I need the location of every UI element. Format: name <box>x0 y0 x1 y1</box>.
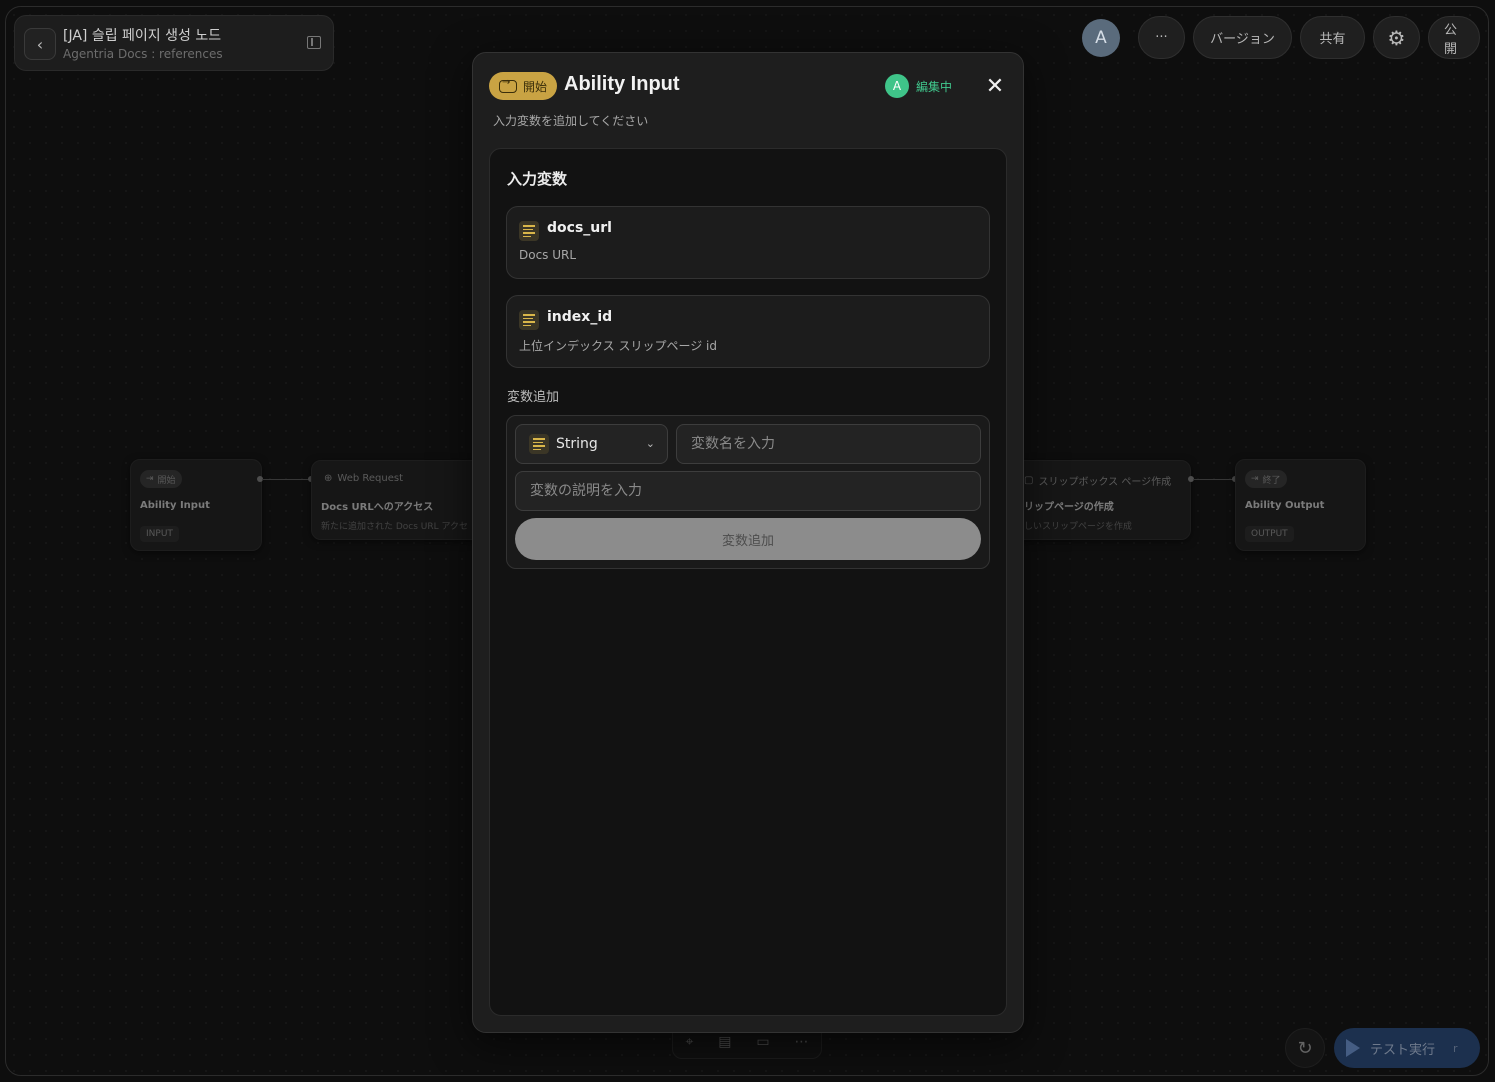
close-icon[interactable]: ✕ <box>983 75 1007 99</box>
version-button[interactable]: バージョン <box>1193 16 1292 59</box>
project-subtitle: Agentria Docs : references <box>63 47 223 61</box>
add-variable-button[interactable]: 変数追加 <box>515 518 981 560</box>
ability-input-modal: 開始 Ability Input A 編集中 ✕ 入力変数を追加してください 入… <box>472 52 1024 1033</box>
top-toolbar: A ··· バージョン 共有 ⚙ 公開 <box>1082 16 1480 59</box>
more-button[interactable]: ··· <box>1138 16 1185 59</box>
start-badge-label: 開始 <box>523 79 548 94</box>
string-type-icon <box>519 310 539 330</box>
type-select-value: String <box>556 436 598 452</box>
settings-button[interactable]: ⚙ <box>1373 16 1420 59</box>
variable-card[interactable]: docs_url Docs URL <box>506 206 990 279</box>
modal-title: Ability Input <box>564 73 680 95</box>
type-select[interactable]: String ⌄ <box>515 424 668 464</box>
modal-subtitle: 入力変数を追加してください <box>493 114 649 128</box>
editing-indicator: A 編集中 <box>885 74 952 98</box>
publish-button[interactable]: 公開 <box>1428 16 1480 59</box>
user-avatar[interactable]: A <box>1082 18 1120 57</box>
variable-name: index_id <box>547 309 613 325</box>
editing-label: 編集中 <box>916 79 953 94</box>
gear-icon: ⚙ <box>1387 25 1406 50</box>
back-button[interactable]: ‹ <box>24 28 56 60</box>
editor-avatar: A <box>885 74 909 98</box>
variable-description: 上位インデックス スリップページ id <box>519 339 717 353</box>
app-canvas[interactable]: ⇥ 開始 Ability Input INPUT ⊕ Web Request Doc… <box>5 6 1489 1076</box>
add-variable-label: 変数追加 <box>507 390 560 405</box>
variable-description: Docs URL <box>519 248 577 262</box>
section-title: 入力変数 <box>507 170 568 188</box>
project-card: ‹ [JA] 슬립 페이지 생성 노드 Agentria Docs : refe… <box>14 15 334 71</box>
start-icon <box>499 77 517 93</box>
add-variable-form: String ⌄ 変数追加 <box>506 415 990 569</box>
variables-panel: 入力変数 docs_url Docs URL index_id 上位インデックス… <box>489 148 1007 1016</box>
project-title: [JA] 슬립 페이지 생성 노드 <box>63 28 222 44</box>
chevron-left-icon: ‹ <box>36 34 44 54</box>
sidebar-toggle-icon[interactable] <box>307 36 321 49</box>
variable-card[interactable]: index_id 上位インデックス スリップページ id <box>506 295 990 368</box>
string-type-icon <box>529 434 549 454</box>
share-button[interactable]: 共有 <box>1300 16 1365 59</box>
chevron-down-icon: ⌄ <box>645 437 655 450</box>
variable-name: docs_url <box>547 220 612 236</box>
start-badge: 開始 <box>489 72 558 100</box>
string-type-icon <box>519 221 539 241</box>
variable-name-input[interactable] <box>676 424 981 464</box>
variable-description-input[interactable] <box>515 471 981 511</box>
